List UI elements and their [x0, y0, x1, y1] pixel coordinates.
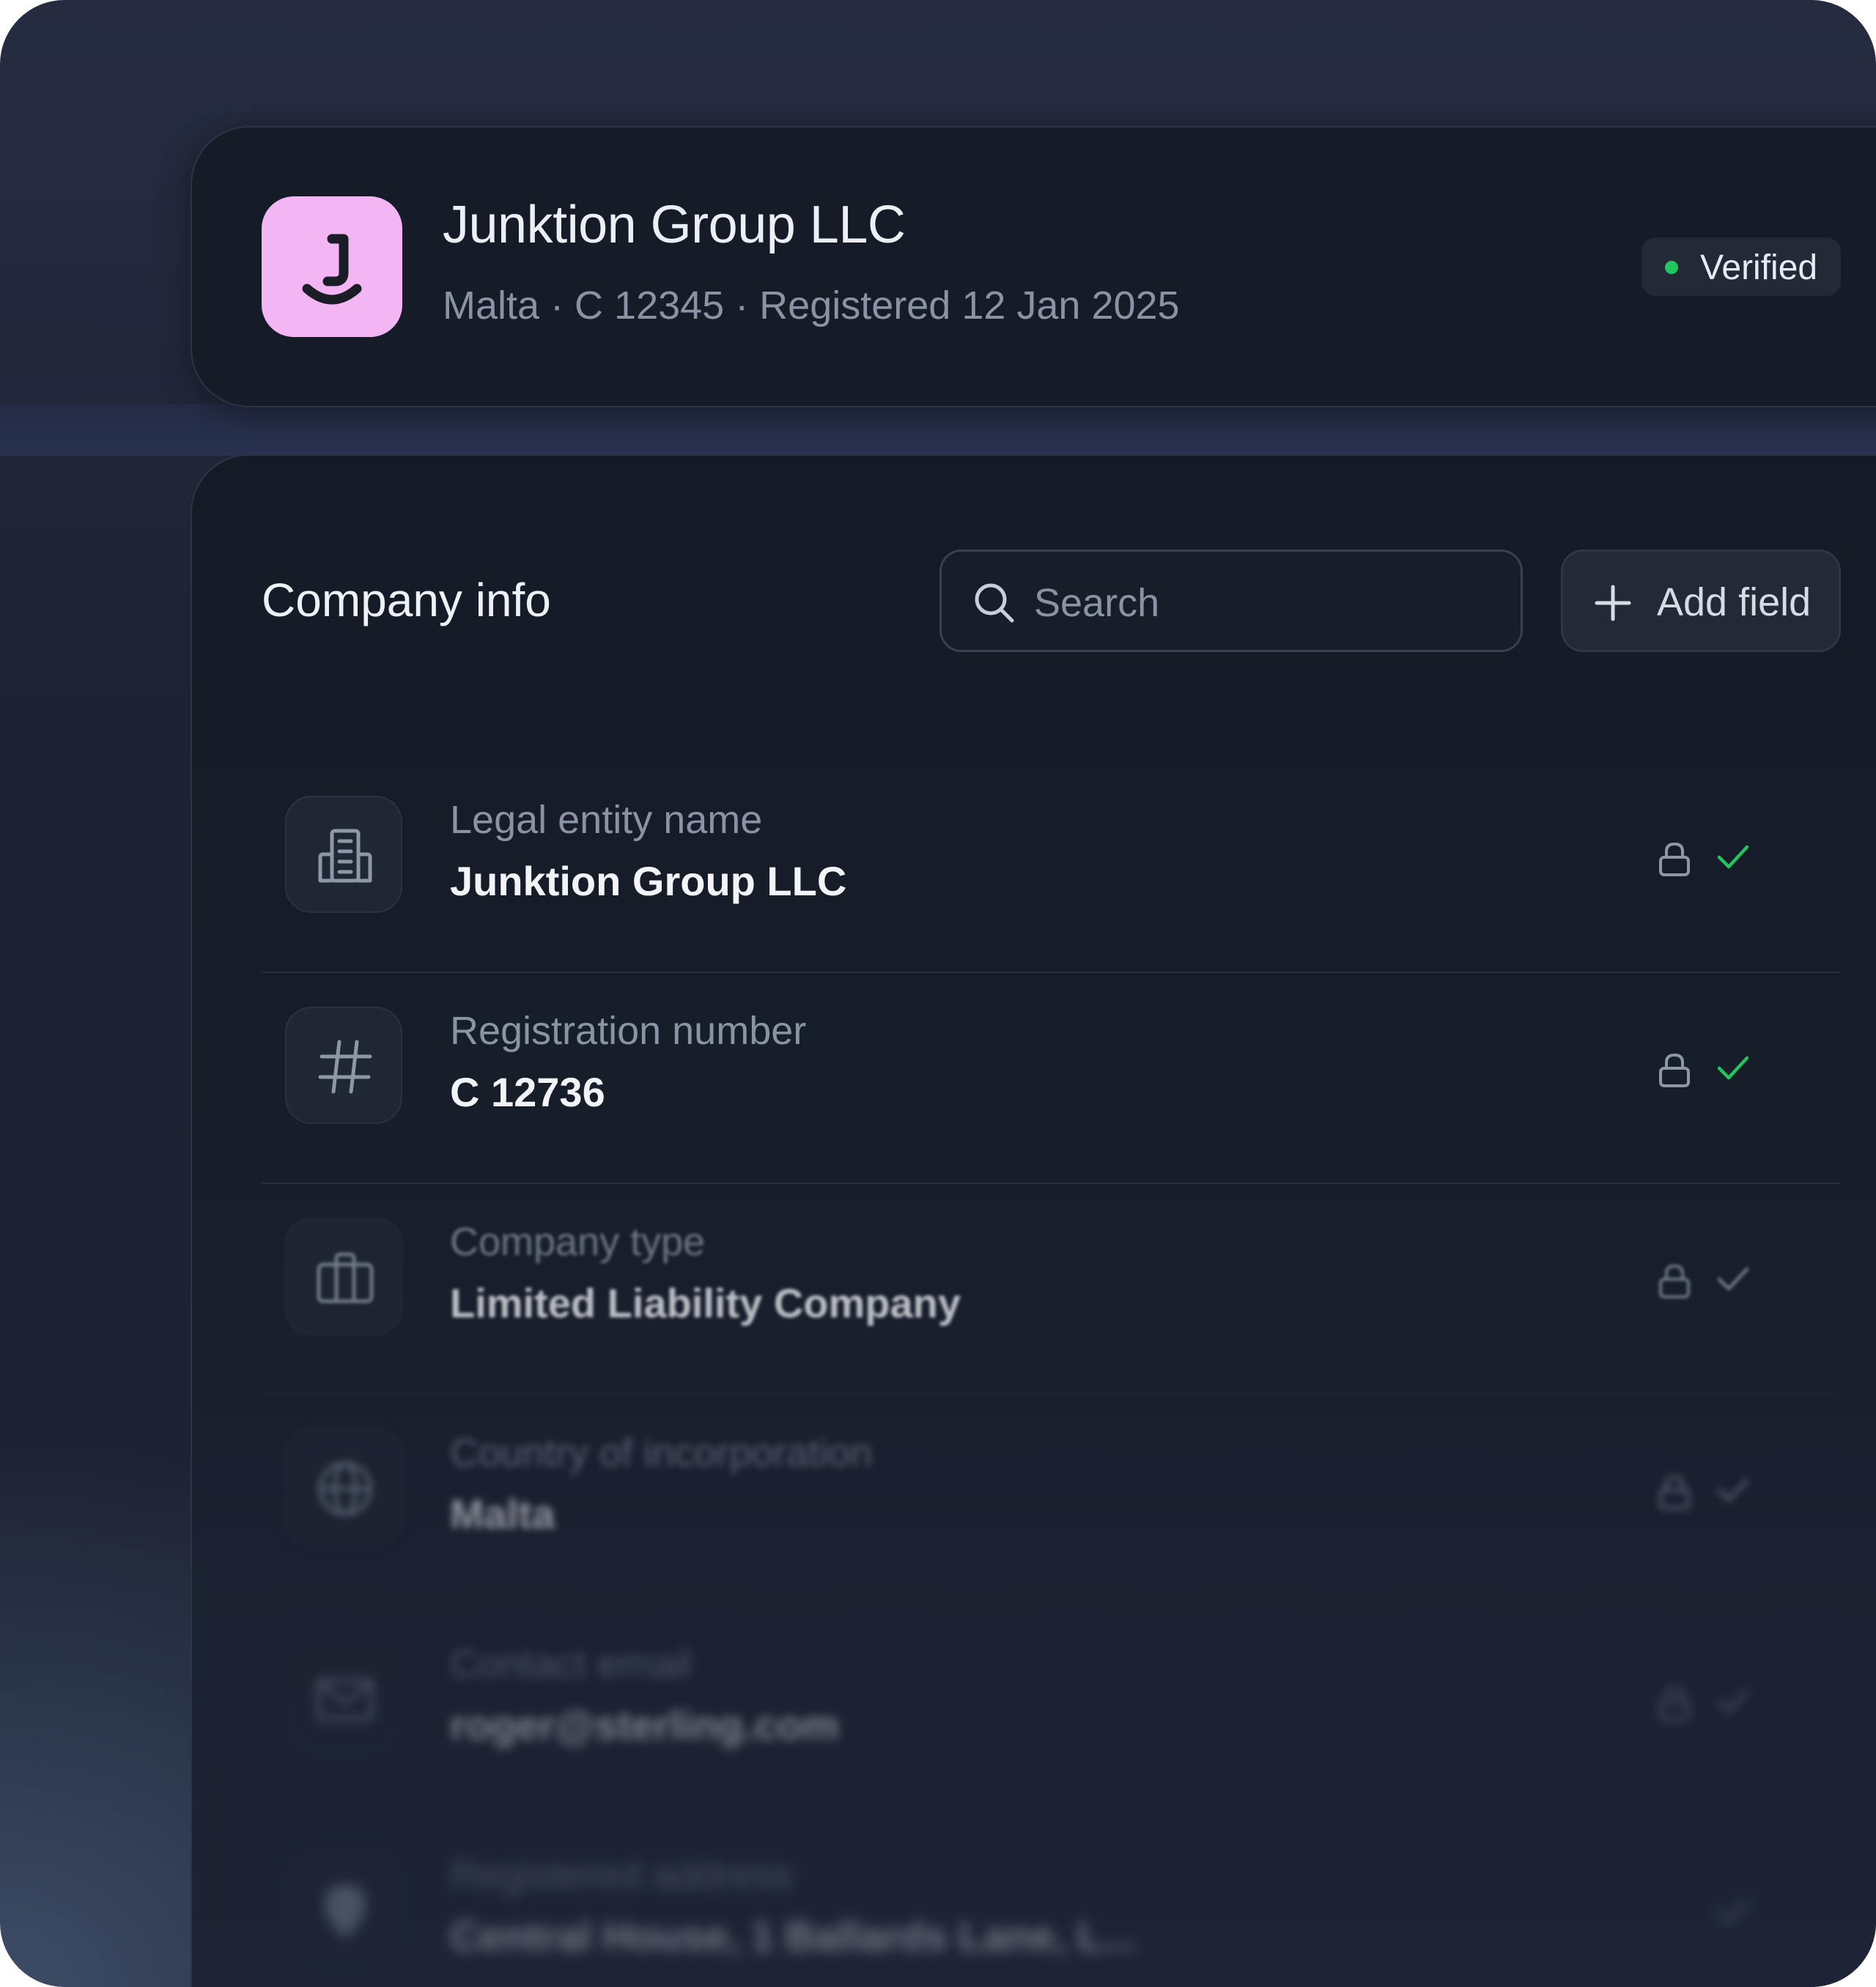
globe-icon: [285, 1429, 402, 1546]
lock-icon: [1658, 1474, 1691, 1514]
field-label: Registration number: [450, 1009, 807, 1053]
lock-icon: [1658, 1052, 1691, 1092]
lock-icon: [1658, 841, 1691, 881]
status-dot-icon: [1665, 261, 1678, 274]
field-row-legal-entity-name[interactable]: Legal entity name Junktion Group LLC: [262, 762, 1841, 973]
briefcase-icon: [285, 1218, 402, 1335]
check-icon: [1716, 1898, 1750, 1931]
field-value: Malta: [450, 1491, 555, 1537]
field-value: roger@sterling.com: [450, 1702, 839, 1748]
add-field-button[interactable]: Add field: [1561, 550, 1841, 652]
app-frame: Junktion Group LLC Malta · C 12345 · Reg…: [0, 0, 1876, 1987]
check-icon: [1716, 1476, 1750, 1509]
hash-icon: [285, 1007, 402, 1124]
check-icon: [1716, 843, 1750, 876]
check-icon: [1716, 1265, 1750, 1298]
mail-icon: [285, 1640, 402, 1757]
field-value: Junktion Group LLC: [450, 858, 847, 904]
verified-badge: Verified: [1642, 237, 1841, 296]
check-icon: [1716, 1054, 1750, 1087]
search-field[interactable]: [939, 550, 1523, 652]
check-icon: [1716, 1687, 1750, 1720]
lock-icon: [1658, 1685, 1691, 1725]
field-row-company-type[interactable]: Company type Limited Liability Company: [262, 1184, 1841, 1395]
search-icon: [972, 581, 1016, 629]
field-label: Company type: [450, 1220, 706, 1264]
field-value: Limited Liability Company: [450, 1280, 961, 1326]
company-info-card: Company info Add field: [191, 454, 1876, 1987]
company-header-card: Junktion Group LLC Malta · C 12345 · Reg…: [191, 126, 1876, 407]
section-title: Company info: [262, 574, 551, 626]
header-divider-band: [0, 404, 1876, 456]
field-label: Contact email: [450, 1642, 693, 1686]
company-meta: Malta · C 12345 · Registered 12 Jan 2025: [443, 284, 1180, 328]
field-row-contact-email[interactable]: Contact email roger@sterling.com: [262, 1606, 1841, 1817]
verified-badge-label: Verified: [1700, 248, 1818, 287]
search-input[interactable]: [1033, 569, 1490, 637]
junktion-logo-icon: [262, 196, 402, 337]
company-name: Junktion Group LLC: [443, 196, 906, 254]
field-label: Registered address: [450, 1853, 794, 1897]
field-label: Country of incorporation: [450, 1431, 873, 1475]
field-row-country-of-incorporation[interactable]: Country of incorporation Malta: [262, 1395, 1841, 1606]
field-value: Central House, 1 Ballards Lane, L...: [450, 1913, 1137, 1959]
building-icon: [285, 796, 402, 913]
lock-icon: [1658, 1263, 1691, 1303]
add-field-label: Add field: [1657, 580, 1812, 624]
field-label: Legal entity name: [450, 798, 763, 842]
field-value: C 12736: [450, 1069, 605, 1115]
field-row-registration-number[interactable]: Registration number C 12736: [262, 973, 1841, 1184]
plus-icon: [1594, 584, 1632, 626]
map-pin-icon: [285, 1851, 402, 1968]
field-row-registered-address[interactable]: Registered address Central House, 1 Ball…: [262, 1817, 1841, 1987]
